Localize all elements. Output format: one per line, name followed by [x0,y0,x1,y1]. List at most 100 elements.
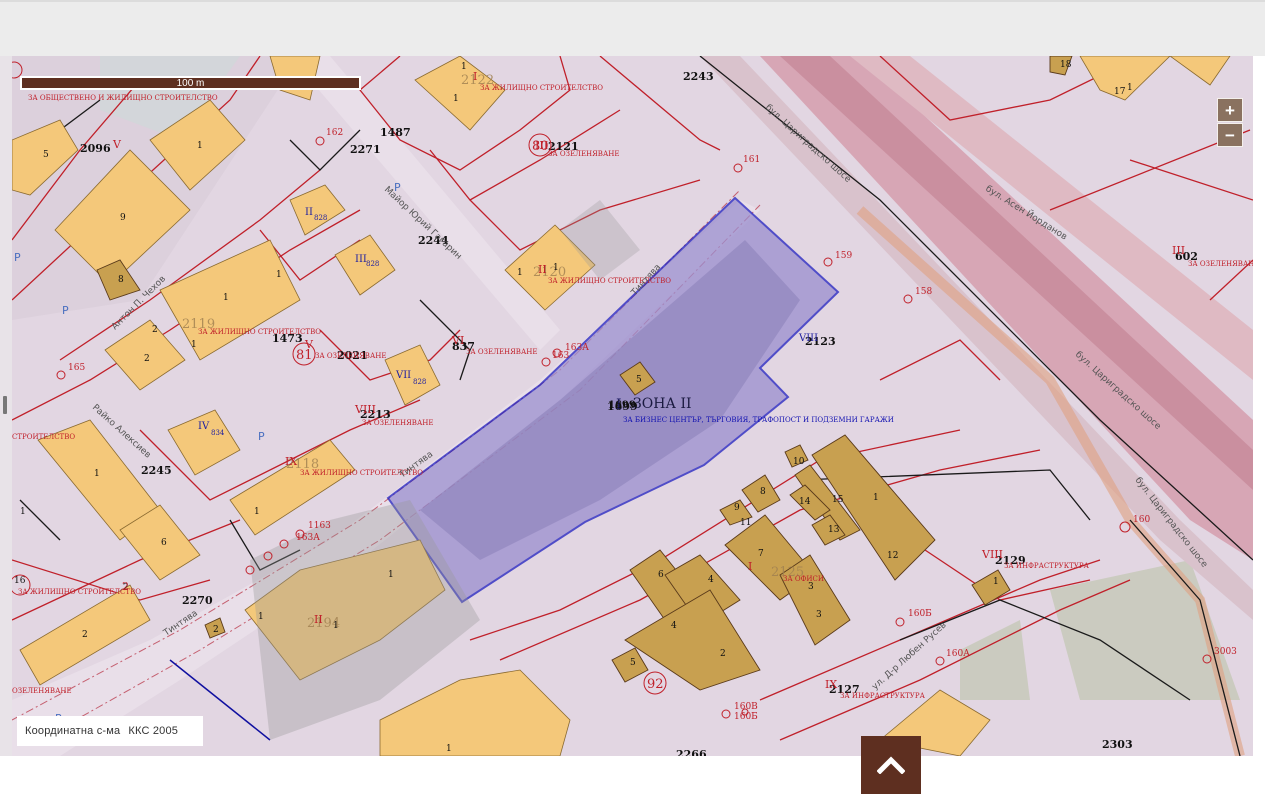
top-bar [0,0,1265,56]
svg-text:12: 12 [887,551,898,561]
svg-text:III: III [1172,244,1185,257]
svg-text:ЗА ОФИСИ: ЗА ОФИСИ [783,575,824,583]
svg-text:ЗА ИНФРАСТРУКТУРА: ЗА ИНФРАСТРУКТУРА [1004,562,1090,570]
svg-text:I: I [473,70,477,83]
svg-text:5: 5 [636,375,642,385]
zoom-control: + − [1217,98,1243,148]
svg-text:VIII: VIII [354,403,376,416]
svg-text:92: 92 [647,677,664,692]
svg-text:1487: 1487 [380,126,411,139]
svg-text:9: 9 [734,503,740,513]
scale-label: 100 m [176,78,205,89]
svg-text:1: 1 [461,62,467,72]
svg-text:1: 1 [223,293,229,303]
svg-text:3: 3 [816,610,822,620]
svg-text:160В: 160В [734,702,758,712]
svg-text:160А: 160А [946,649,970,659]
svg-text:VIII: VIII [798,333,818,344]
coordinate-system-box: Координатна с-ма ККС 2005 [17,716,203,746]
left-panel-toggle[interactable] [0,56,12,756]
zoom-in-button[interactable]: + [1217,98,1243,122]
svg-text:VIII: VIII [981,548,1003,561]
svg-text:ЗА ОЗЕЛЕНЯВАНЕ: ЗА ОЗЕЛЕНЯВАНЕ [315,352,386,360]
svg-text:V: V [112,138,122,151]
svg-text:163А: 163А [296,533,320,543]
svg-text:II: II [314,613,323,626]
svg-text:II: II [538,263,547,276]
svg-text:2243: 2243 [683,70,714,83]
svg-text:ЗА ОЗЕЛЕНЯВАНЕ: ЗА ОЗЕЛЕНЯВАНЕ [362,419,433,427]
svg-text:ЗА ЖИЛИЩНО СТРОИТЕЛСТВО: ЗА ЖИЛИЩНО СТРОИТЕЛСТВО [18,588,141,596]
zone-purpose-label: ЗА БИЗНЕС ЦЕНТЪР, ТЪРГОВИЯ, ТРАФОПОСТ И … [623,416,894,424]
zone-id-label: 1699 [608,400,636,411]
coordinate-system-label: Координатна с-ма [25,725,121,737]
svg-text:2266: 2266 [676,748,707,756]
svg-text:18: 18 [1060,60,1072,70]
svg-text:P: P [394,181,401,194]
svg-text:ЗА ЖИЛИЩНО СТРОИТЕЛСТВО: ЗА ЖИЛИЩНО СТРОИТЕЛСТВО [198,328,321,336]
svg-text:6: 6 [161,538,167,548]
svg-text:3003: 3003 [1214,647,1237,657]
svg-text:2: 2 [720,649,726,659]
svg-text:158: 158 [915,287,932,297]
svg-text:P: P [258,430,265,443]
panel-handle-icon[interactable] [3,396,7,414]
svg-text:161: 161 [743,155,760,165]
svg-text:1: 1 [517,268,523,278]
svg-text:IX: IX [285,455,297,468]
svg-text:5: 5 [43,150,49,160]
scroll-to-top-button[interactable] [861,736,921,794]
svg-text:1: 1 [191,340,197,350]
svg-text:IV: IV [198,421,210,432]
svg-text:4: 4 [708,575,714,585]
svg-text:81: 81 [296,348,313,363]
svg-text:1: 1 [388,570,394,580]
zone-name-label: ЗОНА II [633,396,692,412]
svg-text:163А: 163А [565,343,589,353]
svg-text:ЗА ОЗЕЛЕНЯВАНЕ: ЗА ОЗЕЛЕНЯВАНЕ [548,150,619,158]
svg-text:16: 16 [14,576,26,586]
svg-text:2: 2 [82,630,88,640]
svg-text:1: 1 [20,507,26,517]
svg-text:1: 1 [254,507,260,517]
svg-text:162: 162 [326,128,343,138]
svg-text:11: 11 [740,518,751,528]
scale-bar: 100 m [20,76,361,90]
svg-text:VI: VI [451,334,464,347]
svg-text:15: 15 [832,495,844,505]
svg-text:2: 2 [152,325,158,335]
svg-text:828: 828 [314,214,327,222]
svg-text:834: 834 [211,429,225,437]
svg-text:17: 17 [1114,87,1126,97]
svg-text:6: 6 [658,570,664,580]
svg-text:2: 2 [213,625,219,635]
svg-text:II: II [305,207,313,218]
svg-text:5: 5 [630,658,636,668]
svg-text:1: 1 [258,612,264,622]
svg-text:1: 1 [446,744,452,754]
svg-text:ЗА ОБЩЕСТВЕНО И ЖИЛИЩНО СТРОИТ: ЗА ОБЩЕСТВЕНО И ЖИЛИЩНО СТРОИТЕЛСТВО [28,94,218,102]
svg-text:P: P [62,304,69,317]
svg-text:3: 3 [808,582,814,592]
svg-text:10: 10 [793,457,805,467]
bottom-bar [0,756,1265,794]
svg-text:I: I [748,560,752,573]
svg-text:1: 1 [197,141,203,151]
svg-text:1: 1 [553,263,559,273]
coordinate-system-value: ККС 2005 [128,725,179,737]
svg-text:828: 828 [366,260,379,268]
svg-text:2: 2 [144,354,150,364]
svg-text:1: 1 [333,621,339,631]
zoom-out-button[interactable]: − [1217,123,1243,147]
svg-text:1: 1 [993,577,999,587]
svg-text:1: 1 [94,469,100,479]
chevron-up-icon [877,756,905,774]
map-canvas[interactable]: 2243 2096 2271 1487 2121 2244 1473 2021 … [12,56,1253,756]
svg-text:2270: 2270 [182,594,213,607]
svg-text:4: 4 [671,621,677,631]
svg-text:2245: 2245 [141,464,172,477]
svg-text:159: 159 [835,251,852,261]
cadastral-map[interactable]: 2243 2096 2271 1487 2121 2244 1473 2021 … [12,56,1253,756]
svg-text:ЗА ОЗЕЛЕНЯВАНЕ: ЗА ОЗЕЛЕНЯВАНЕ [1188,260,1253,268]
svg-text:8: 8 [760,487,766,497]
